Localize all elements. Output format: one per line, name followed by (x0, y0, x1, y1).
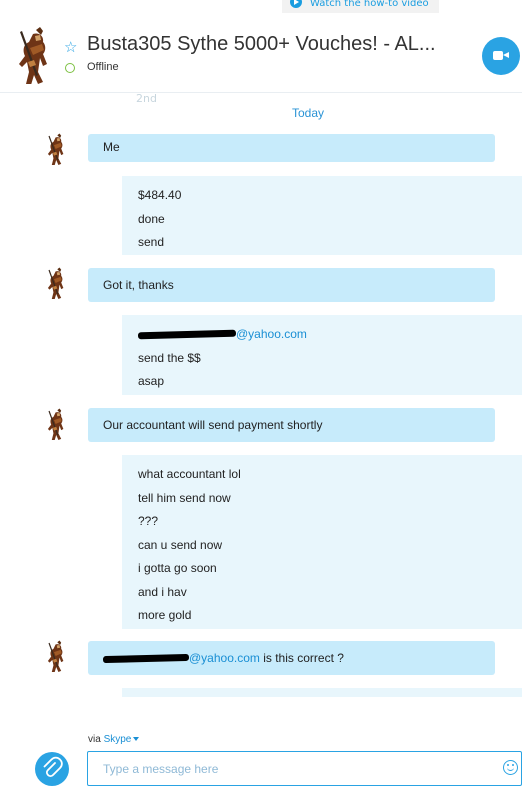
conversation-header: ☆ Busta305 Sythe 5000+ Vouches! - AL... … (0, 14, 522, 93)
emoji-icon[interactable] (503, 760, 518, 775)
contact-name: Busta305 Sythe 5000+ Vouches! - AL... (87, 33, 436, 55)
via-skype-selector[interactable]: via Skype (88, 734, 140, 745)
incoming-message: Got it, thanks (88, 268, 495, 302)
offline-status-icon (65, 63, 75, 73)
redacted-email (137, 330, 237, 340)
attach-button[interactable] (35, 752, 69, 786)
incoming-message: Our accountant will send payment shortly (88, 408, 495, 442)
contact-avatar-small[interactable] (40, 133, 68, 165)
attach-icon (43, 756, 63, 778)
status-text: Offline (87, 61, 119, 73)
video-call-icon (493, 51, 509, 60)
incoming-message: Me (88, 134, 495, 162)
top-banner: Watch the how-to video (0, 0, 522, 14)
howto-video-link[interactable]: Watch the how-to video (282, 0, 439, 13)
date-separator: Today (291, 106, 325, 120)
email-link[interactable]: @yahoo.com (189, 651, 260, 665)
faded-previous-text: 2nd (136, 92, 157, 105)
video-call-button[interactable] (482, 37, 520, 75)
message-input[interactable] (87, 751, 522, 786)
email-link[interactable]: @yahoo.com (236, 327, 307, 341)
play-icon (290, 0, 302, 8)
redacted-email (102, 654, 190, 664)
contact-avatar-small[interactable] (40, 640, 68, 672)
outgoing-message: what accountant lol tell him send now ??… (122, 455, 522, 629)
contact-avatar[interactable] (6, 26, 54, 84)
contact-avatar-small[interactable] (40, 267, 68, 299)
contact-avatar-small[interactable] (40, 408, 68, 440)
outgoing-message: $484.40 done send (122, 176, 522, 255)
outgoing-message-partial (122, 688, 522, 697)
star-icon[interactable]: ☆ (64, 38, 77, 56)
outgoing-message: @yahoo.com send the $$ asap (122, 315, 522, 395)
chevron-down-icon (133, 737, 140, 742)
incoming-message: @yahoo.com is this correct ? (88, 641, 495, 675)
